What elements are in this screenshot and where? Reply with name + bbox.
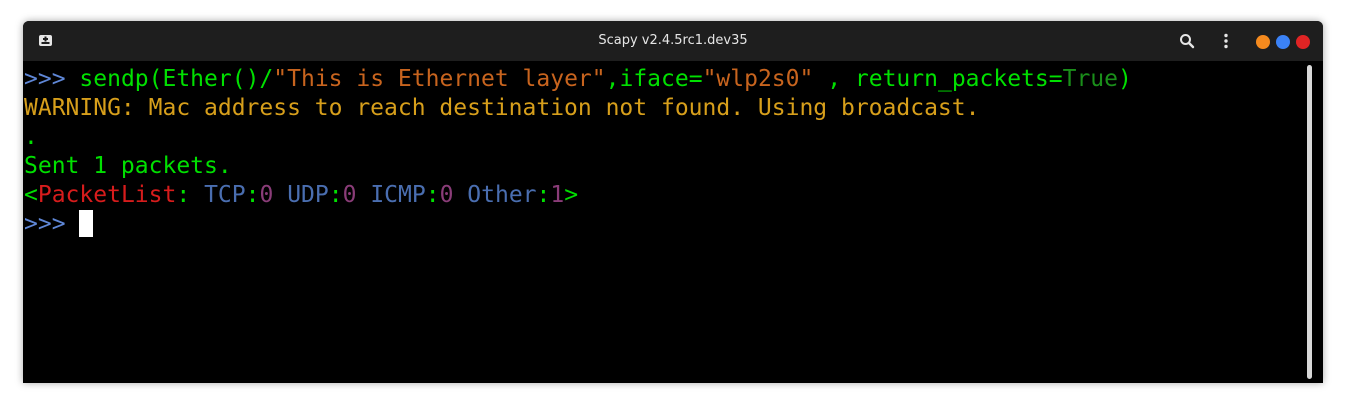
command-return-value: True [1062, 66, 1118, 92]
text-cursor [79, 210, 94, 237]
other-count: 1 [550, 182, 565, 208]
result-line: <PacketList: TCP:0 UDP:0 ICMP:0 Other:1> [24, 181, 578, 210]
minimize-button[interactable] [1256, 35, 1270, 49]
command-payload: "This is Ethernet layer" [273, 66, 606, 92]
command-function: sendp(Ether()/ [79, 66, 274, 92]
prompt: >>> [24, 211, 66, 237]
maximize-button[interactable] [1276, 35, 1290, 49]
command-line: >>> sendp(Ether()/"This is Ethernet laye… [24, 65, 1132, 94]
result-colon: : [176, 182, 191, 208]
terminal-output[interactable]: >>> sendp(Ether()/"This is Ethernet laye… [23, 61, 1303, 383]
tcp-count: 0 [259, 182, 274, 208]
result-colon: : [536, 182, 551, 208]
search-icon[interactable] [1178, 32, 1196, 50]
udp-label: UDP [287, 182, 329, 208]
prompt: >>> [24, 66, 66, 92]
other-label: Other [467, 182, 537, 208]
window-title: Scapy v2.4.5rc1.dev35 [598, 33, 748, 48]
command-close: ) [1117, 66, 1132, 92]
result-colon: : [245, 182, 260, 208]
result-colon: : [328, 182, 343, 208]
command-return-keyword: , return_packets= [813, 66, 1063, 92]
result-open: < [24, 182, 38, 208]
warning-line: WARNING: Mac address to reach destinatio… [24, 95, 980, 121]
scrollbar[interactable] [1307, 65, 1312, 379]
result-close: > [564, 182, 579, 208]
title-bar: Scapy v2.4.5rc1.dev35 [23, 21, 1323, 61]
kebab-menu-icon[interactable] [1217, 32, 1235, 50]
close-button[interactable] [1296, 35, 1310, 49]
terminal-window: Scapy v2.4.5rc1.dev35 >>> sendp(Ether()/… [23, 21, 1323, 383]
sent-line: Sent 1 packets. [24, 153, 232, 179]
result-name: PacketList [37, 182, 177, 208]
result-colon: : [425, 182, 440, 208]
progress-dot: . [24, 124, 38, 150]
command-iface-keyword: ,iface= [605, 66, 703, 92]
input-line[interactable]: >>> [24, 210, 94, 239]
icmp-count: 0 [439, 182, 454, 208]
command-iface-value: "wlp2s0" [702, 66, 814, 92]
udp-count: 0 [342, 182, 357, 208]
tcp-label: TCP [204, 182, 246, 208]
icmp-label: ICMP [370, 182, 426, 208]
